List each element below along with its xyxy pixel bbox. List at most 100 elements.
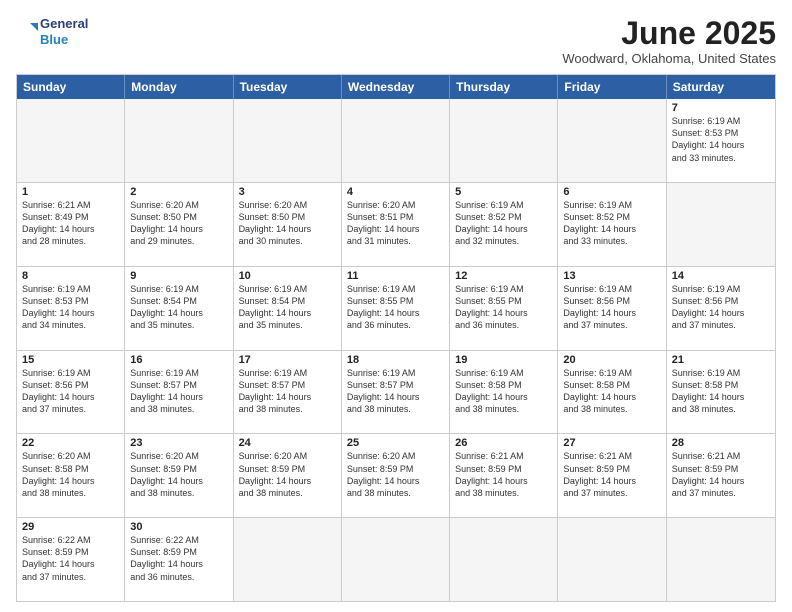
cell-text: and 37 minutes.: [672, 487, 770, 499]
day-number: 26: [455, 437, 552, 449]
cell-text: and 36 minutes.: [130, 571, 227, 583]
month-title: June 2025: [562, 16, 776, 51]
cell-text: Sunrise: 6:19 AM: [563, 283, 660, 295]
cell-text: Sunrise: 6:19 AM: [22, 367, 119, 379]
cell-text: Sunset: 8:59 PM: [563, 463, 660, 475]
day-number: 24: [239, 437, 336, 449]
cell-text: Sunrise: 6:20 AM: [347, 450, 444, 462]
cell-text: Daylight: 14 hours: [347, 223, 444, 235]
logo-icon: [16, 21, 38, 43]
logo-general: General: [40, 16, 88, 32]
cell-text: Daylight: 14 hours: [347, 307, 444, 319]
cell-text: Sunrise: 6:19 AM: [130, 283, 227, 295]
cell-empty: [17, 99, 125, 182]
cell-empty: [342, 518, 450, 601]
cell-text: and 35 minutes.: [239, 319, 336, 331]
day-number: 10: [239, 270, 336, 282]
cell-9: 9 Sunrise: 6:19 AM Sunset: 8:54 PM Dayli…: [125, 267, 233, 350]
header-thursday: Thursday: [450, 75, 558, 99]
cell-text: and 38 minutes.: [130, 403, 227, 415]
cell-text: Sunset: 8:58 PM: [455, 379, 552, 391]
cell-text: Daylight: 14 hours: [22, 391, 119, 403]
cell-text: Sunset: 8:59 PM: [22, 546, 119, 558]
calendar-header: Sunday Monday Tuesday Wednesday Thursday…: [17, 75, 775, 99]
calendar-body: 7 Sunrise: 6:19 AM Sunset: 8:53 PM Dayli…: [17, 99, 775, 601]
cell-8: 8 Sunrise: 6:19 AM Sunset: 8:53 PM Dayli…: [17, 267, 125, 350]
cell-text: Daylight: 14 hours: [563, 475, 660, 487]
day-number: 14: [672, 270, 770, 282]
cell-text: Daylight: 14 hours: [239, 223, 336, 235]
cell-text: Sunrise: 6:19 AM: [455, 367, 552, 379]
cell-text: Daylight: 14 hours: [130, 223, 227, 235]
cell-text: and 36 minutes.: [455, 319, 552, 331]
cell-text: Sunrise: 6:21 AM: [672, 450, 770, 462]
cell-6: 6 Sunrise: 6:19 AM Sunset: 8:52 PM Dayli…: [558, 183, 666, 266]
cell-text: and 36 minutes.: [347, 319, 444, 331]
cell-17: 17 Sunrise: 6:19 AM Sunset: 8:57 PM Dayl…: [234, 351, 342, 434]
day-number: 20: [563, 354, 660, 366]
cell-text: Sunrise: 6:20 AM: [130, 450, 227, 462]
cell-text: and 38 minutes.: [22, 487, 119, 499]
day-number: 6: [563, 186, 660, 198]
cell-text: Sunset: 8:57 PM: [347, 379, 444, 391]
cell-13: 13 Sunrise: 6:19 AM Sunset: 8:56 PM Dayl…: [558, 267, 666, 350]
cell-text: Daylight: 14 hours: [563, 391, 660, 403]
cell-text: and 28 minutes.: [22, 235, 119, 247]
cell-text: Sunrise: 6:19 AM: [22, 283, 119, 295]
cell-text: Daylight: 14 hours: [239, 307, 336, 319]
header-friday: Friday: [558, 75, 666, 99]
cell-2: 2 Sunrise: 6:20 AM Sunset: 8:50 PM Dayli…: [125, 183, 233, 266]
cell-text: Sunrise: 6:20 AM: [130, 199, 227, 211]
day-number: 25: [347, 437, 444, 449]
cell-18: 18 Sunrise: 6:19 AM Sunset: 8:57 PM Dayl…: [342, 351, 450, 434]
cell-text: Sunrise: 6:19 AM: [672, 367, 770, 379]
cell-text: Daylight: 14 hours: [130, 558, 227, 570]
cell-text: Sunset: 8:55 PM: [347, 295, 444, 307]
cell-3: 3 Sunrise: 6:20 AM Sunset: 8:50 PM Dayli…: [234, 183, 342, 266]
cell-text: Sunset: 8:58 PM: [22, 463, 119, 475]
cell-text: Sunset: 8:49 PM: [22, 211, 119, 223]
cell-text: and 31 minutes.: [347, 235, 444, 247]
week-row-6: 29 Sunrise: 6:22 AM Sunset: 8:59 PM Dayl…: [17, 517, 775, 601]
day-number: 19: [455, 354, 552, 366]
cell-text: Sunrise: 6:19 AM: [563, 199, 660, 211]
day-number: 12: [455, 270, 552, 282]
header-sunday: Sunday: [17, 75, 125, 99]
cell-text: and 38 minutes.: [239, 487, 336, 499]
day-number: 13: [563, 270, 660, 282]
cell-empty: [450, 99, 558, 182]
cell-text: Sunset: 8:58 PM: [672, 379, 770, 391]
day-number: 28: [672, 437, 770, 449]
day-number: 3: [239, 186, 336, 198]
cell-text: Sunset: 8:50 PM: [239, 211, 336, 223]
cell-text: and 29 minutes.: [130, 235, 227, 247]
cell-text: Sunset: 8:51 PM: [347, 211, 444, 223]
day-number: 7: [672, 102, 770, 114]
cell-4: 4 Sunrise: 6:20 AM Sunset: 8:51 PM Dayli…: [342, 183, 450, 266]
cell-empty: [667, 183, 775, 266]
cell-22: 22 Sunrise: 6:20 AM Sunset: 8:58 PM Dayl…: [17, 434, 125, 517]
cell-text: Daylight: 14 hours: [455, 223, 552, 235]
cell-11: 11 Sunrise: 6:19 AM Sunset: 8:55 PM Dayl…: [342, 267, 450, 350]
cell-19: 19 Sunrise: 6:19 AM Sunset: 8:58 PM Dayl…: [450, 351, 558, 434]
cell-text: Daylight: 14 hours: [347, 391, 444, 403]
day-number: 15: [22, 354, 119, 366]
cell-12: 12 Sunrise: 6:19 AM Sunset: 8:55 PM Dayl…: [450, 267, 558, 350]
header-monday: Monday: [125, 75, 233, 99]
cell-21: 21 Sunrise: 6:19 AM Sunset: 8:58 PM Dayl…: [667, 351, 775, 434]
cell-text: Sunrise: 6:19 AM: [239, 283, 336, 295]
day-number: 9: [130, 270, 227, 282]
week-row-4: 15 Sunrise: 6:19 AM Sunset: 8:56 PM Dayl…: [17, 350, 775, 434]
cell-text: Sunset: 8:55 PM: [455, 295, 552, 307]
week-row-3: 8 Sunrise: 6:19 AM Sunset: 8:53 PM Dayli…: [17, 266, 775, 350]
cell-text: Daylight: 14 hours: [130, 475, 227, 487]
cell-text: Sunrise: 6:20 AM: [239, 199, 336, 211]
cell-text: Sunrise: 6:20 AM: [347, 199, 444, 211]
cell-text: Sunrise: 6:19 AM: [455, 199, 552, 211]
cell-text: and 38 minutes.: [672, 403, 770, 415]
cell-text: and 38 minutes.: [563, 403, 660, 415]
cell-text: Daylight: 14 hours: [455, 307, 552, 319]
cell-text: Sunrise: 6:20 AM: [22, 450, 119, 462]
cell-text: and 38 minutes.: [130, 487, 227, 499]
subtitle: Woodward, Oklahoma, United States: [562, 51, 776, 66]
